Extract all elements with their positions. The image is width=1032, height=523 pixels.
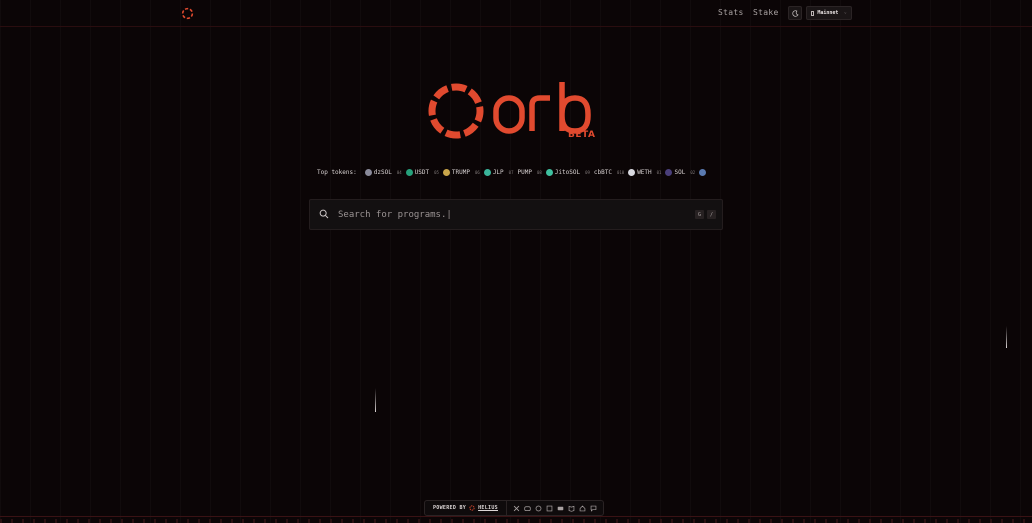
token-rank: 010 [616, 169, 625, 175]
chat-icon[interactable] [590, 505, 597, 512]
top-tokens-bar: Top tokens: dzSOL 04 USDT 05 TRUMP 06 JL… [317, 166, 707, 178]
token-item[interactable]: 06 JLP [474, 168, 504, 176]
token-name: dzSOL [373, 168, 392, 176]
chevron-down-icon [844, 12, 847, 14]
network-icon [811, 10, 815, 16]
token-name: JitoSOL [554, 168, 581, 176]
token-item[interactable]: 07 PUMP [509, 169, 532, 176]
home-icon[interactable] [579, 505, 586, 512]
token-logo-icon [665, 168, 673, 176]
top-tokens-label: Top tokens: [317, 168, 357, 176]
powered-by-helius[interactable]: POWERED BY HELIUS [424, 500, 507, 516]
docs-icon[interactable] [546, 505, 553, 512]
token-logo-icon [699, 168, 707, 176]
token-rank: 08 [536, 169, 542, 175]
helius-link: HELIUS [478, 505, 498, 511]
theme-toggle-button[interactable] [788, 6, 802, 20]
bottom-divider [0, 516, 1032, 517]
token-name: PUMP [517, 168, 532, 176]
token-item[interactable]: 02 [690, 168, 707, 176]
bottom-tick-pattern [0, 519, 1032, 523]
decorative-streak [1006, 326, 1007, 348]
network-selector[interactable]: Mainnet [806, 6, 852, 20]
orb-logo-icon[interactable] [181, 7, 194, 20]
token-item[interactable]: 05 TRUMP [434, 168, 470, 176]
helius-logo-icon [469, 505, 475, 511]
token-rank: 09 [585, 169, 590, 175]
github-icon[interactable] [535, 505, 542, 512]
nav-link-stats[interactable]: Stats [718, 8, 744, 17]
moon-icon [791, 9, 798, 17]
token-logo-icon [545, 168, 553, 176]
token-rank: 06 [474, 169, 480, 175]
token-name: TRUMP [451, 168, 470, 176]
token-name: SOL [674, 168, 686, 176]
token-name: USDT [414, 168, 430, 176]
token-item[interactable]: 08 JitoSOL [536, 168, 581, 176]
x-icon[interactable] [513, 505, 520, 512]
token-name: cbBTC [593, 168, 612, 176]
token-rank: 07 [508, 169, 514, 175]
shortcut-key-g: G [695, 210, 704, 219]
search-icon [319, 209, 329, 219]
token-item[interactable]: 010 WETH [616, 168, 652, 176]
token-item[interactable]: 04 USDT [396, 168, 430, 176]
search-bar[interactable]: G / [309, 199, 723, 230]
token-name: WETH [637, 168, 652, 176]
token-logo-icon [364, 168, 372, 176]
search-input[interactable] [338, 208, 668, 222]
top-nav-bar: Stats Stake Mainnet [0, 0, 1032, 27]
background-grid [0, 0, 1032, 523]
token-logo-icon [405, 168, 413, 176]
discord-icon[interactable] [524, 505, 531, 512]
token-item[interactable]: 01 SOL [656, 168, 686, 176]
token-rank: 05 [434, 169, 439, 175]
footer-bar: POWERED BY HELIUS [424, 500, 604, 516]
nav-link-stake[interactable]: Stake [753, 8, 779, 17]
token-rank: 04 [396, 169, 402, 175]
book-icon[interactable] [568, 505, 575, 512]
powered-by-label: POWERED BY [433, 505, 467, 511]
decorative-streak [375, 388, 376, 412]
token-item[interactable]: dzSOL [364, 168, 392, 176]
token-logo-icon [442, 168, 450, 176]
network-label: Mainnet [817, 10, 839, 16]
token-rank: 02 [690, 169, 696, 175]
token-item[interactable]: 09 cbBTC [585, 169, 612, 176]
token-logo-icon [628, 168, 636, 176]
youtube-icon[interactable] [557, 505, 564, 512]
token-name: JLP [492, 168, 504, 176]
shortcut-key-slash: / [707, 210, 716, 219]
token-logo-icon [483, 168, 491, 176]
beta-badge: BETA [568, 130, 596, 140]
token-rank: 01 [656, 169, 662, 175]
social-links [506, 500, 604, 516]
